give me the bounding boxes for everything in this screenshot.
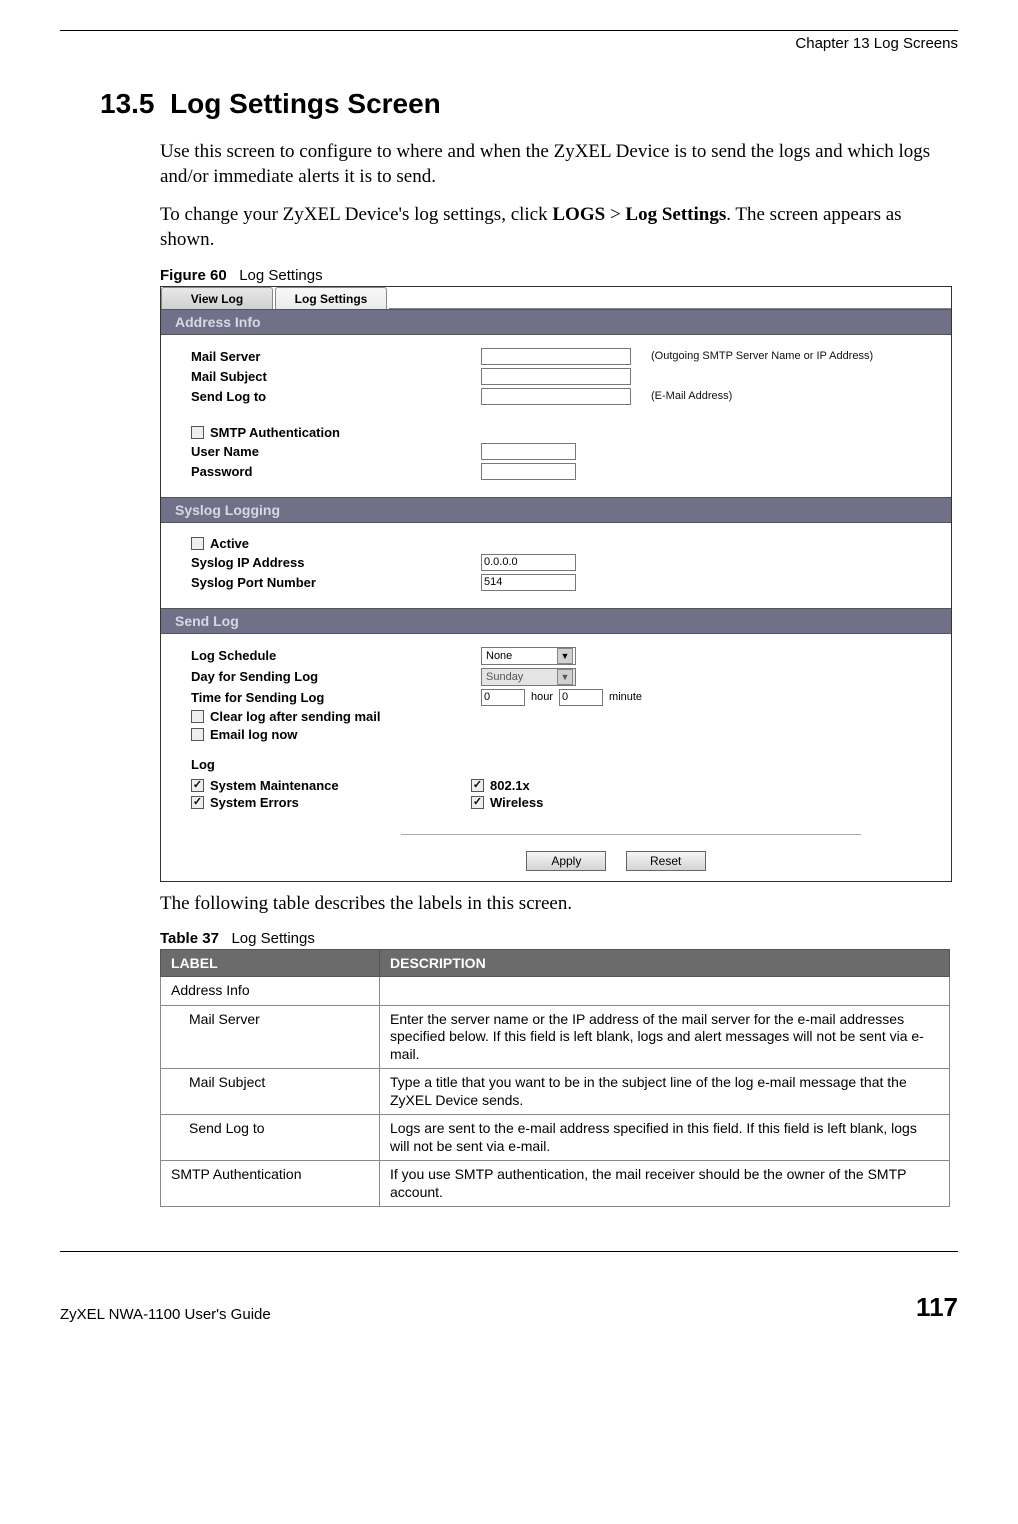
table-row: Address Info bbox=[161, 977, 950, 1006]
input-hour[interactable] bbox=[481, 689, 525, 706]
select-day-sending-value: Sunday bbox=[486, 671, 523, 683]
checkbox-sys-err[interactable] bbox=[191, 796, 204, 809]
label-mail-server: Mail Server bbox=[191, 349, 481, 364]
checkbox-wireless[interactable] bbox=[471, 796, 484, 809]
p2-pre: To change your ZyXEL Device's log settin… bbox=[160, 204, 552, 225]
checkbox-email-now[interactable] bbox=[191, 728, 204, 741]
after-figure-text: The following table describes the labels… bbox=[160, 892, 950, 917]
input-mail-server[interactable] bbox=[481, 348, 631, 365]
chevron-down-icon: ▼ bbox=[557, 648, 573, 664]
cell-label: Mail Server bbox=[161, 1005, 380, 1069]
select-log-schedule-value: None bbox=[486, 650, 512, 662]
label-syslog-ip: Syslog IP Address bbox=[191, 555, 481, 570]
checkbox-smtp-auth[interactable] bbox=[191, 426, 204, 439]
input-user-name[interactable] bbox=[481, 443, 576, 460]
figure-caption: Figure 60 Log Settings bbox=[160, 267, 958, 284]
input-mail-subject[interactable] bbox=[481, 368, 631, 385]
cell-desc: Logs are sent to the e-mail address spec… bbox=[380, 1115, 950, 1161]
label-user-name: User Name bbox=[191, 444, 481, 459]
input-password[interactable] bbox=[481, 463, 576, 480]
section-title-text: Log Settings Screen bbox=[170, 88, 441, 119]
footer-page-number: 117 bbox=[916, 1292, 958, 1323]
chapter-header: Chapter 13 Log Screens bbox=[60, 35, 958, 52]
input-syslog-port[interactable] bbox=[481, 574, 576, 591]
cell-label: Mail Subject bbox=[161, 1069, 380, 1115]
label-sys-maint: System Maintenance bbox=[210, 778, 339, 793]
p2-bold-logsettings: Log Settings bbox=[625, 204, 726, 225]
table-caption-label: Table 37 bbox=[160, 930, 219, 947]
section-bar-address-info: Address Info bbox=[161, 309, 951, 335]
label-day-sending: Day for Sending Log bbox=[191, 669, 481, 684]
tab-view-log[interactable]: View Log bbox=[161, 287, 273, 309]
label-log-schedule: Log Schedule bbox=[191, 648, 481, 663]
th-label: LABEL bbox=[161, 950, 380, 977]
hint-send-log-to: (E-Mail Address) bbox=[651, 390, 732, 402]
label-email-now: Email log now bbox=[210, 727, 297, 742]
intro-paragraph-1: Use this screen to configure to where an… bbox=[160, 140, 950, 189]
intro-paragraph-2: To change your ZyXEL Device's log settin… bbox=[160, 203, 950, 252]
section-bar-send-log: Send Log bbox=[161, 608, 951, 634]
cell-label: SMTP Authentication bbox=[161, 1161, 380, 1207]
figure-caption-text: Log Settings bbox=[239, 267, 322, 284]
cell-desc: If you use SMTP authentication, the mail… bbox=[380, 1161, 950, 1207]
figure-caption-label: Figure 60 bbox=[160, 267, 227, 284]
cell-desc: Type a title that you want to be in the … bbox=[380, 1069, 950, 1115]
p2-bold-logs: LOGS bbox=[552, 204, 605, 225]
th-description: DESCRIPTION bbox=[380, 950, 950, 977]
label-wireless: Wireless bbox=[490, 795, 543, 810]
label-password: Password bbox=[191, 464, 481, 479]
checkbox-8021x[interactable] bbox=[471, 779, 484, 792]
label-send-log-to: Send Log to bbox=[191, 389, 481, 404]
label-syslog-active: Active bbox=[210, 536, 249, 551]
label-8021x: 802.1x bbox=[490, 778, 530, 793]
table-row: Mail Server Enter the server name or the… bbox=[161, 1005, 950, 1069]
table-row: Mail Subject Type a title that you want … bbox=[161, 1069, 950, 1115]
log-settings-screenshot: View Log Log Settings Address Info Mail … bbox=[160, 286, 952, 882]
table-caption: Table 37 Log Settings bbox=[160, 930, 958, 947]
cell-desc: Enter the server name or the IP address … bbox=[380, 1005, 950, 1069]
label-log-heading: Log bbox=[191, 757, 481, 772]
label-sys-err: System Errors bbox=[210, 795, 299, 810]
input-minute[interactable] bbox=[559, 689, 603, 706]
tab-log-settings[interactable]: Log Settings bbox=[275, 287, 387, 309]
section-number: 13.5 bbox=[100, 88, 155, 119]
checkbox-syslog-active[interactable] bbox=[191, 537, 204, 550]
label-time-sending: Time for Sending Log bbox=[191, 690, 481, 705]
footer-guide-name: ZyXEL NWA-1100 User's Guide bbox=[60, 1306, 271, 1323]
table-caption-text: Log Settings bbox=[231, 930, 314, 947]
label-clear-log: Clear log after sending mail bbox=[210, 709, 381, 724]
label-mail-subject: Mail Subject bbox=[191, 369, 481, 384]
checkbox-sys-maint[interactable] bbox=[191, 779, 204, 792]
label-minute: minute bbox=[609, 691, 642, 703]
input-syslog-ip[interactable] bbox=[481, 554, 576, 571]
input-send-log-to[interactable] bbox=[481, 388, 631, 405]
hint-mail-server: (Outgoing SMTP Server Name or IP Address… bbox=[651, 350, 873, 362]
table-row: SMTP Authentication If you use SMTP auth… bbox=[161, 1161, 950, 1207]
select-day-sending[interactable]: Sunday ▼ bbox=[481, 668, 576, 686]
label-hour: hour bbox=[531, 691, 553, 703]
chevron-down-icon: ▼ bbox=[557, 669, 573, 685]
select-log-schedule[interactable]: None ▼ bbox=[481, 647, 576, 665]
cell-label: Send Log to bbox=[161, 1115, 380, 1161]
log-settings-table: LABEL DESCRIPTION Address Info Mail Serv… bbox=[160, 949, 950, 1207]
table-row: Send Log to Logs are sent to the e-mail … bbox=[161, 1115, 950, 1161]
cell-desc bbox=[380, 977, 950, 1006]
label-smtp-auth: SMTP Authentication bbox=[210, 425, 340, 440]
cell-label: Address Info bbox=[161, 977, 380, 1006]
label-syslog-port: Syslog Port Number bbox=[191, 575, 481, 590]
checkbox-clear-log[interactable] bbox=[191, 710, 204, 723]
apply-button[interactable]: Apply bbox=[526, 851, 606, 871]
section-bar-syslog: Syslog Logging bbox=[161, 497, 951, 523]
p2-sep: > bbox=[605, 204, 625, 225]
reset-button[interactable]: Reset bbox=[626, 851, 706, 871]
section-heading: 13.5 Log Settings Screen bbox=[100, 88, 958, 120]
